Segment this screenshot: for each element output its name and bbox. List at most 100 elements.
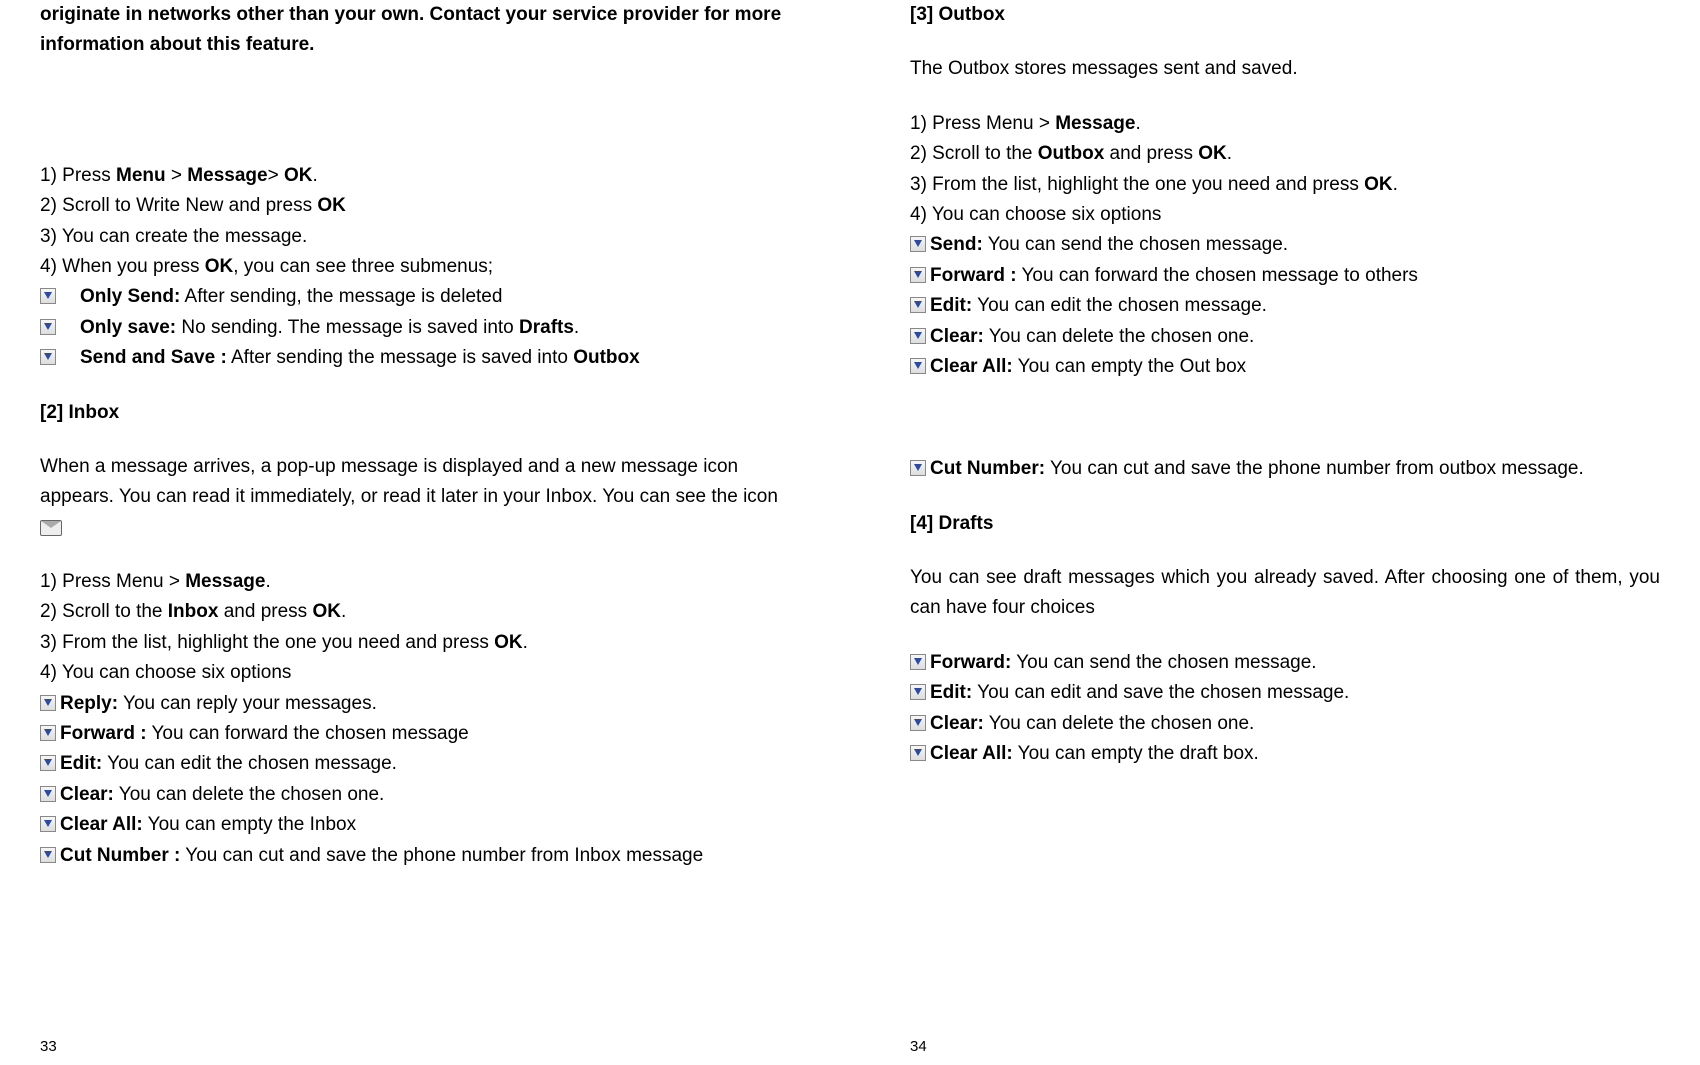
arrow-down-icon	[40, 786, 56, 802]
text: .	[523, 632, 528, 653]
text: 4) When you press	[40, 256, 205, 277]
text: You can empty the Out box	[1013, 356, 1246, 377]
bold-text: Send:	[930, 234, 983, 255]
bold-text: Cut Number:	[930, 458, 1045, 479]
arrow-down-icon	[40, 847, 56, 863]
arrow-down-icon	[910, 654, 926, 670]
write-bullet-only-save: Only save: No sending. The message is sa…	[40, 313, 790, 343]
bullet-text: Forward: You can send the chosen message…	[930, 648, 1660, 678]
bold-text: Only save:	[80, 317, 176, 338]
arrow-down-icon	[40, 288, 56, 304]
bullet-text: Edit: You can edit and save the chosen m…	[930, 678, 1660, 708]
text: >	[268, 165, 284, 186]
arrow-down-icon	[910, 236, 926, 252]
bold-text: Clear:	[60, 784, 114, 805]
text: You can edit and save the chosen message…	[972, 682, 1349, 703]
text: You can reply your messages.	[118, 693, 377, 714]
bold-text: OK	[1364, 174, 1393, 195]
drafts-heading: [4] Drafts	[910, 509, 1660, 539]
text: 1) Press Menu >	[40, 571, 185, 592]
outbox-opt-clear: Clear: You can delete the chosen one.	[910, 322, 1660, 352]
write-step-2: 2) Scroll to Write New and press OK	[40, 191, 790, 221]
text: You can edit the chosen message.	[102, 753, 397, 774]
text: 2) Scroll to the	[910, 143, 1038, 164]
spacer	[910, 430, 1660, 454]
text: 2) Scroll to the	[40, 601, 168, 622]
bold-text: Outbox	[1038, 143, 1105, 164]
drafts-opt-edit: Edit: You can edit and save the chosen m…	[910, 678, 1660, 708]
outbox-opt-clear-all: Clear All: You can empty the Out box	[910, 352, 1660, 382]
bullet-text: Forward : You can forward the chosen mes…	[60, 719, 790, 749]
intro-text: originate in networks other than your ow…	[40, 0, 790, 61]
bold-text: Send and Save :	[80, 347, 227, 368]
text: , you can see three submenus;	[233, 256, 493, 277]
bullet-text: Clear All: You can empty the Out box	[930, 352, 1660, 382]
inbox-step-3: 3) From the list, highlight the one you …	[40, 628, 790, 658]
bold-text: Edit:	[930, 682, 972, 703]
text: .	[1393, 174, 1398, 195]
bold-text: Edit:	[60, 753, 102, 774]
bold-text: Forward :	[930, 265, 1017, 286]
outbox-opt-send: Send: You can send the chosen message.	[910, 230, 1660, 260]
text: You can delete the chosen one.	[114, 784, 384, 805]
bullet-text: Clear: You can delete the chosen one.	[930, 709, 1660, 739]
bold-text: OK	[205, 256, 234, 277]
text: .	[1135, 113, 1140, 134]
bold-text: OK	[494, 632, 523, 653]
inbox-intro: When a message arrives, a pop-up message…	[40, 452, 790, 543]
bold-text: OK	[1198, 143, 1227, 164]
text: 2) Scroll to Write New and press	[40, 195, 317, 216]
text: When a message arrives, a pop-up message…	[40, 456, 778, 507]
arrow-down-icon	[910, 684, 926, 700]
text: You can delete the chosen one.	[984, 713, 1254, 734]
bullet-text: Edit: You can edit the chosen message.	[60, 749, 790, 779]
spacer	[40, 543, 790, 567]
text: You can send the chosen message.	[1011, 652, 1316, 673]
bullet-text: Clear All: You can empty the draft box.	[930, 739, 1660, 769]
write-step-4: 4) When you press OK, you can see three …	[40, 252, 790, 282]
text: You can delete the chosen one.	[984, 326, 1254, 347]
write-bullet-only-send: Only Send: After sending, the message is…	[40, 282, 790, 312]
arrow-down-icon	[40, 725, 56, 741]
bold-text: OK	[312, 601, 341, 622]
bullet-text: Send and Save : After sending the messag…	[80, 343, 790, 373]
write-step-3: 3) You can create the message.	[40, 222, 790, 252]
write-step-1: 1) Press Menu > Message> OK.	[40, 161, 790, 191]
bullet-text: Reply: You can reply your messages.	[60, 689, 790, 719]
bold-text: Forward :	[60, 723, 147, 744]
inbox-heading: [2] Inbox	[40, 398, 790, 428]
arrow-down-icon	[910, 715, 926, 731]
arrow-down-icon	[40, 695, 56, 711]
text: 1) Press Menu >	[910, 113, 1055, 134]
bold-text: OK	[284, 165, 313, 186]
text: .	[574, 317, 579, 338]
inbox-opt-reply: Reply: You can reply your messages.	[40, 689, 790, 719]
text: You can cut and save the phone number fr…	[1045, 458, 1584, 479]
bullet-text: Only save: No sending. The message is sa…	[80, 313, 790, 343]
arrow-down-icon	[910, 460, 926, 476]
outbox-opt-forward: Forward : You can forward the chosen mes…	[910, 261, 1660, 291]
bold-text: Forward:	[930, 652, 1011, 673]
text: You can cut and save the phone number fr…	[180, 845, 703, 866]
envelope-icon	[40, 520, 62, 536]
page-right: [3] Outbox The Outbox stores messages se…	[850, 0, 1700, 1065]
bold-text: Outbox	[573, 347, 640, 368]
outbox-intro: The Outbox stores messages sent and save…	[910, 54, 1660, 84]
arrow-down-icon	[40, 816, 56, 832]
bold-text: Clear All:	[60, 814, 143, 835]
text: and press	[1104, 143, 1198, 164]
inbox-opt-forward: Forward : You can forward the chosen mes…	[40, 719, 790, 749]
drafts-opt-clear: Clear: You can delete the chosen one.	[910, 709, 1660, 739]
inbox-opt-edit: Edit: You can edit the chosen message.	[40, 749, 790, 779]
outbox-heading: [3] Outbox	[910, 0, 1660, 30]
page-number-left: 33	[40, 1035, 57, 1059]
text: .	[341, 601, 346, 622]
bold-text: OK	[317, 195, 346, 216]
bold-text: Only Send:	[80, 286, 180, 307]
bullet-text: Cut Number : You can cut and save the ph…	[60, 841, 790, 871]
outbox-opt-edit: Edit: You can edit the chosen message.	[910, 291, 1660, 321]
write-bullet-send-save: Send and Save : After sending the messag…	[40, 343, 790, 373]
arrow-down-icon	[910, 328, 926, 344]
arrow-down-icon	[40, 319, 56, 335]
text: .	[1227, 143, 1232, 164]
